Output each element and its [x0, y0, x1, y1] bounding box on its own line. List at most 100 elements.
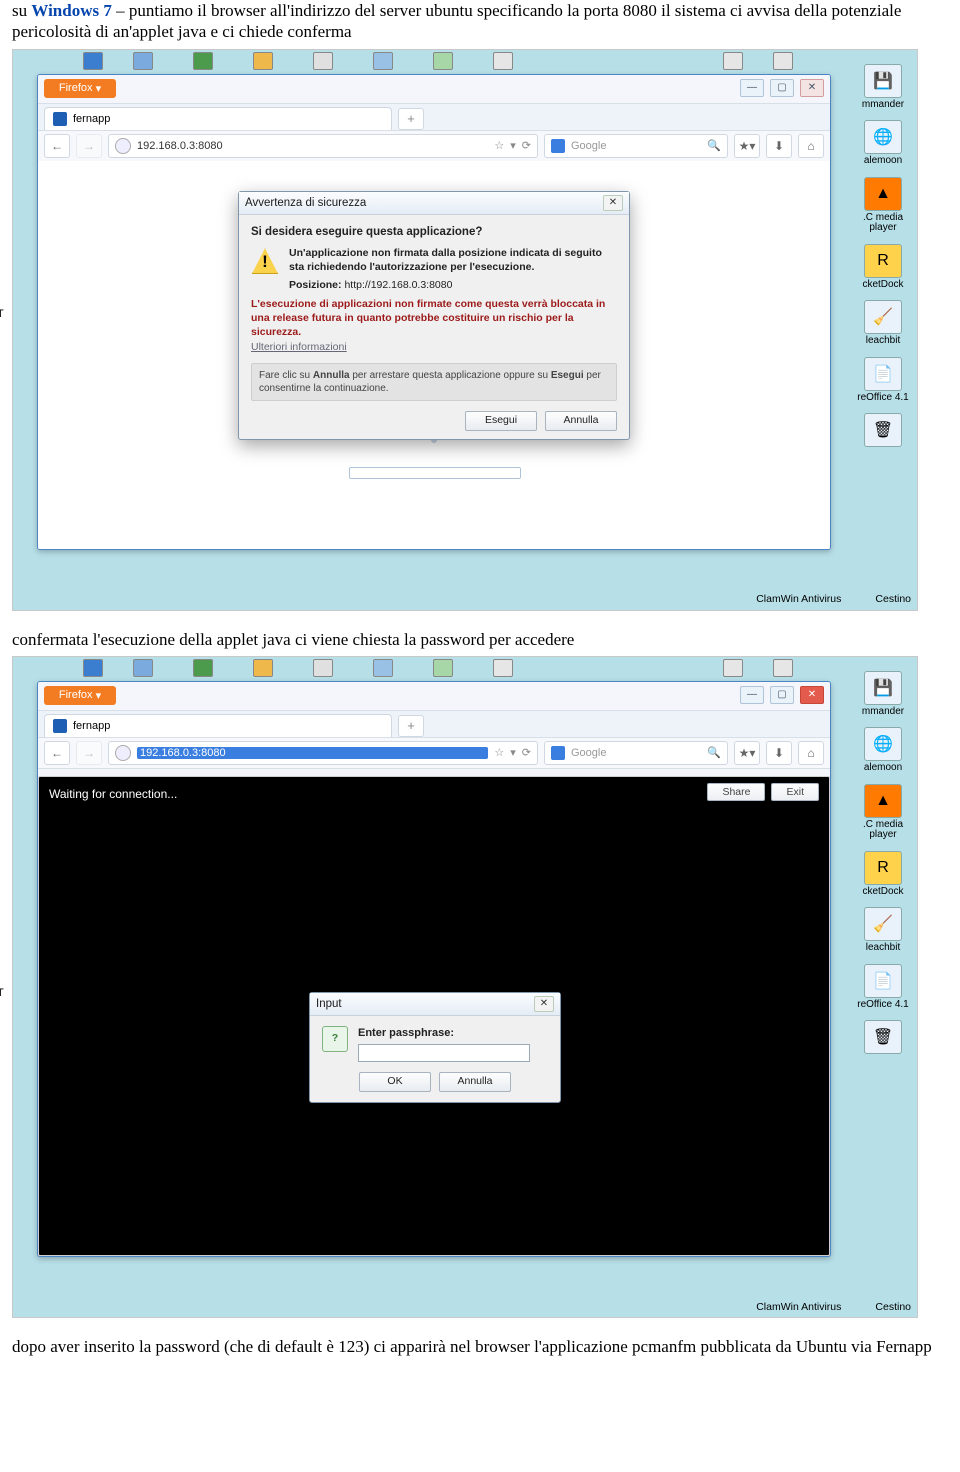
- taskbar-strip: [13, 657, 917, 679]
- search-icon[interactable]: 🔍: [707, 746, 721, 759]
- desktop-label: leachbit: [866, 943, 900, 954]
- run-button[interactable]: Esegui: [465, 411, 537, 431]
- dialog-close-button[interactable]: ✕: [603, 195, 623, 211]
- globe-icon: [115, 745, 131, 761]
- browser-tab[interactable]: fernapp: [44, 107, 392, 130]
- passphrase-input[interactable]: [358, 1044, 530, 1062]
- url-bar[interactable]: 192.168.0.3:8080 ☆▾⟳: [108, 134, 538, 158]
- search-placeholder: Google: [571, 140, 701, 152]
- clamwin-label: ClamWin Antivirus: [756, 1302, 841, 1313]
- downloads-button[interactable]: ⬇: [766, 134, 792, 158]
- bookmarks-button[interactable]: ★▾: [734, 741, 760, 765]
- task-icon: [133, 659, 153, 677]
- search-box[interactable]: Google 🔍: [544, 134, 728, 158]
- task-icon: [373, 52, 393, 70]
- close-button[interactable]: ✕: [800, 79, 824, 97]
- task-icon: [773, 52, 793, 70]
- tab-row: fernapp +: [38, 711, 830, 738]
- firefox-window: Firefox ▾ — ▢ ✕ fernapp + ← → 192.168.0.…: [37, 681, 831, 1257]
- maximize-button[interactable]: ▢: [770, 686, 794, 704]
- page-content: Avvertenza di sicurezza ✕ Si desidera es…: [38, 161, 830, 549]
- waiting-label: Waiting for connection...: [49, 787, 177, 801]
- passphrase-label: Enter passphrase:: [358, 1026, 530, 1040]
- desktop-label: mmander: [862, 707, 904, 718]
- url-bar[interactable]: 192.168.0.3:8080 ☆▾⟳: [108, 741, 538, 765]
- downloads-button[interactable]: ⬇: [766, 741, 792, 765]
- position-label: Posizione:: [289, 279, 342, 291]
- desktop-icon-column: 💾mmander 🌐alemoon ▲.C media player Rcket…: [849, 64, 917, 448]
- google-icon: [551, 746, 565, 760]
- cancel-button[interactable]: Annulla: [545, 411, 617, 431]
- hint-box: Fare clic su Annulla per arrestare quest…: [251, 363, 617, 401]
- task-icon: [193, 659, 213, 677]
- paragraph-1: su Windows 7 – puntiamo il browser all'i…: [12, 0, 948, 43]
- bottom-labels: ClamWin Antivirus Cestino: [756, 1302, 911, 1313]
- forward-button[interactable]: →: [76, 741, 102, 765]
- desktop-label: .C media player: [849, 213, 917, 234]
- taskbar-strip: [13, 50, 917, 72]
- dialog-close-button[interactable]: ✕: [534, 996, 554, 1012]
- libreoffice-icon: 📄: [864, 964, 902, 998]
- clamwin-label: ClamWin Antivirus: [756, 594, 841, 605]
- java-security-dialog: Avvertenza di sicurezza ✕ Si desidera es…: [238, 191, 630, 440]
- palemoon-icon: 🌐: [864, 120, 902, 154]
- cancel-button[interactable]: Annulla: [439, 1072, 511, 1092]
- search-box[interactable]: Google 🔍: [544, 741, 728, 765]
- maximize-button[interactable]: ▢: [770, 79, 794, 97]
- back-button[interactable]: ←: [44, 741, 70, 765]
- home-button[interactable]: ⌂: [798, 741, 824, 765]
- more-info-link[interactable]: Ulteriori informazioni: [251, 341, 617, 355]
- security-warning: L'esecuzione di applicazioni non firmate…: [251, 298, 617, 339]
- tab-title: fernapp: [73, 720, 110, 732]
- rocketdock-icon: R: [864, 851, 902, 885]
- firefox-titlebar: Firefox ▾ — ▢ ✕: [38, 682, 830, 711]
- password-dialog: Input ✕ ? Enter passphrase: OK Annulla: [309, 992, 561, 1103]
- new-tab-button[interactable]: +: [398, 108, 424, 130]
- task-icon: [493, 52, 513, 70]
- dialog-text: Un'applicazione non firmata dalla posizi…: [289, 247, 617, 274]
- globe-icon: [115, 138, 131, 154]
- back-button[interactable]: ←: [44, 134, 70, 158]
- desktop-icon-column: 💾mmander 🌐alemoon ▲.C media player Rcket…: [849, 671, 917, 1055]
- reload-icon[interactable]: ⟳: [522, 139, 531, 152]
- firefox-menu-button[interactable]: Firefox ▾: [44, 686, 116, 705]
- minimize-button[interactable]: —: [740, 79, 764, 97]
- desktop-label: mmander: [862, 100, 904, 111]
- share-button[interactable]: Share: [707, 783, 765, 801]
- search-icon[interactable]: 🔍: [707, 139, 721, 152]
- exit-button[interactable]: Exit: [771, 783, 819, 801]
- cestino-label: Cestino: [875, 1302, 911, 1313]
- dialog-title: Input: [316, 998, 342, 1010]
- firefox-menu-button[interactable]: Firefox ▾: [44, 79, 116, 98]
- task-icon: [193, 52, 213, 70]
- clipped-text: T: [0, 987, 4, 999]
- desktop-label: reOffice 4.1: [857, 393, 909, 404]
- task-icon: [373, 659, 393, 677]
- task-icon: [313, 659, 333, 677]
- rocketdock-icon: R: [864, 244, 902, 278]
- new-tab-button[interactable]: +: [398, 715, 424, 737]
- star-icon[interactable]: ☆: [494, 746, 504, 759]
- dialog-question: Si desidera eseguire questa applicazione…: [251, 225, 617, 240]
- task-icon: [433, 52, 453, 70]
- window-controls: — ▢ ✕: [740, 686, 824, 704]
- close-button[interactable]: ✕: [800, 686, 824, 704]
- progress-bar: [349, 467, 521, 479]
- bookmarks-button[interactable]: ★▾: [734, 134, 760, 158]
- favicon-icon: [53, 719, 67, 733]
- firefox-titlebar: Firefox ▾ — ▢ ✕: [38, 75, 830, 104]
- ok-button[interactable]: OK: [359, 1072, 431, 1092]
- vlc-icon: ▲: [864, 177, 902, 211]
- task-icon: [133, 52, 153, 70]
- reload-icon[interactable]: ⟳: [522, 746, 531, 759]
- desktop-label: reOffice 4.1: [857, 1000, 909, 1011]
- cestino-label: Cestino: [875, 594, 911, 605]
- home-button[interactable]: ⌂: [798, 134, 824, 158]
- minimize-button[interactable]: —: [740, 686, 764, 704]
- star-icon[interactable]: ☆: [494, 139, 504, 152]
- nav-toolbar: ← → 192.168.0.3:8080 ☆▾⟳ Google 🔍 ★▾ ⬇ ⌂: [38, 131, 830, 162]
- browser-tab[interactable]: fernapp: [44, 714, 392, 737]
- paragraph-2: confermata l'esecuzione della applet jav…: [12, 629, 948, 650]
- forward-button[interactable]: →: [76, 134, 102, 158]
- floppy-icon: 💾: [864, 64, 902, 98]
